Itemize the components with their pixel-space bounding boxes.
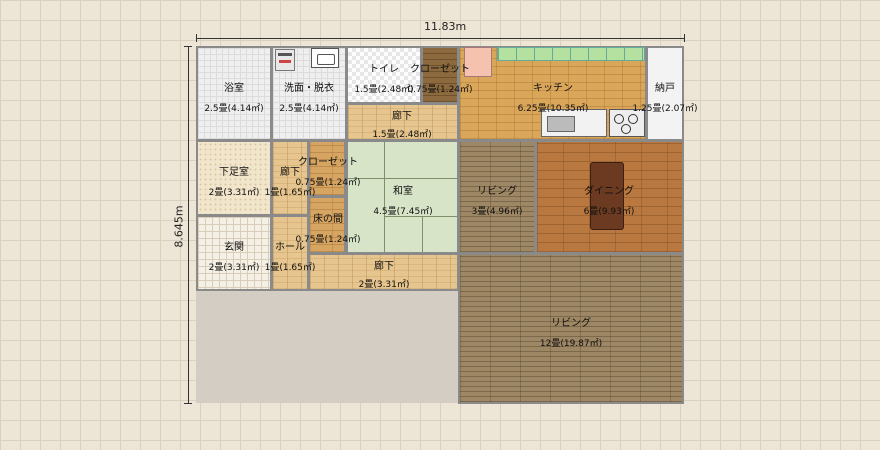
label-living-big: リビング 12畳(19.87㎡) xyxy=(539,318,603,349)
label-living-small: リビング 3畳(4.96㎡) xyxy=(471,186,523,217)
tatami-seam-3 xyxy=(422,216,423,252)
label-hole: ホール 1畳(1.65㎡) xyxy=(264,242,316,273)
label-kitchen: キッチン 6.25畳(10.35㎡) xyxy=(517,83,589,114)
height-dimension-line xyxy=(188,46,189,403)
width-dimension-line xyxy=(196,38,684,39)
label-washitsu: 和室 4.5畳(7.45㎡) xyxy=(373,186,433,217)
width-dimension-tick-right xyxy=(684,34,685,42)
label-hall-top: 廊下 1.5畳(2.48㎡) xyxy=(372,111,432,140)
label-storage: 納戸 1.25畳(2.07㎡) xyxy=(632,83,698,114)
label-entrance: 玄関 2畳(3.31㎡) xyxy=(208,242,260,273)
height-dimension-tick-bottom xyxy=(184,403,192,404)
label-bath: 浴室 2.5畳(4.14㎡) xyxy=(204,83,264,114)
stove-icon xyxy=(275,49,295,71)
label-shoe-room: 下足室 2畳(3.31㎡) xyxy=(208,167,260,198)
width-dimension-tick-left xyxy=(196,34,197,42)
label-closet-mid: クローゼット 0.75畳(1.24㎡) xyxy=(295,157,361,188)
tatami-seam-2 xyxy=(348,178,457,179)
width-dimension-label: 11.83m xyxy=(424,20,467,33)
kitchen-cabinet-icon xyxy=(497,47,645,61)
exterior-area xyxy=(196,290,459,403)
washbasin-icon xyxy=(311,48,339,68)
height-dimension-label: 8.645m xyxy=(172,205,186,248)
label-toilet: トイレ 1.5畳(2.48㎡) xyxy=(354,64,414,95)
label-closet-top: クローゼット 0.75畳(1.24㎡) xyxy=(407,64,473,95)
label-dining: ダイニング 6畳(9.93㎡) xyxy=(583,186,635,217)
label-hall-bottom: 廊下 2畳(3.31㎡) xyxy=(358,261,410,290)
height-dimension-tick-top xyxy=(184,46,192,47)
label-washroom: 洗面・脱衣 2.5畳(4.14㎡) xyxy=(279,83,339,114)
